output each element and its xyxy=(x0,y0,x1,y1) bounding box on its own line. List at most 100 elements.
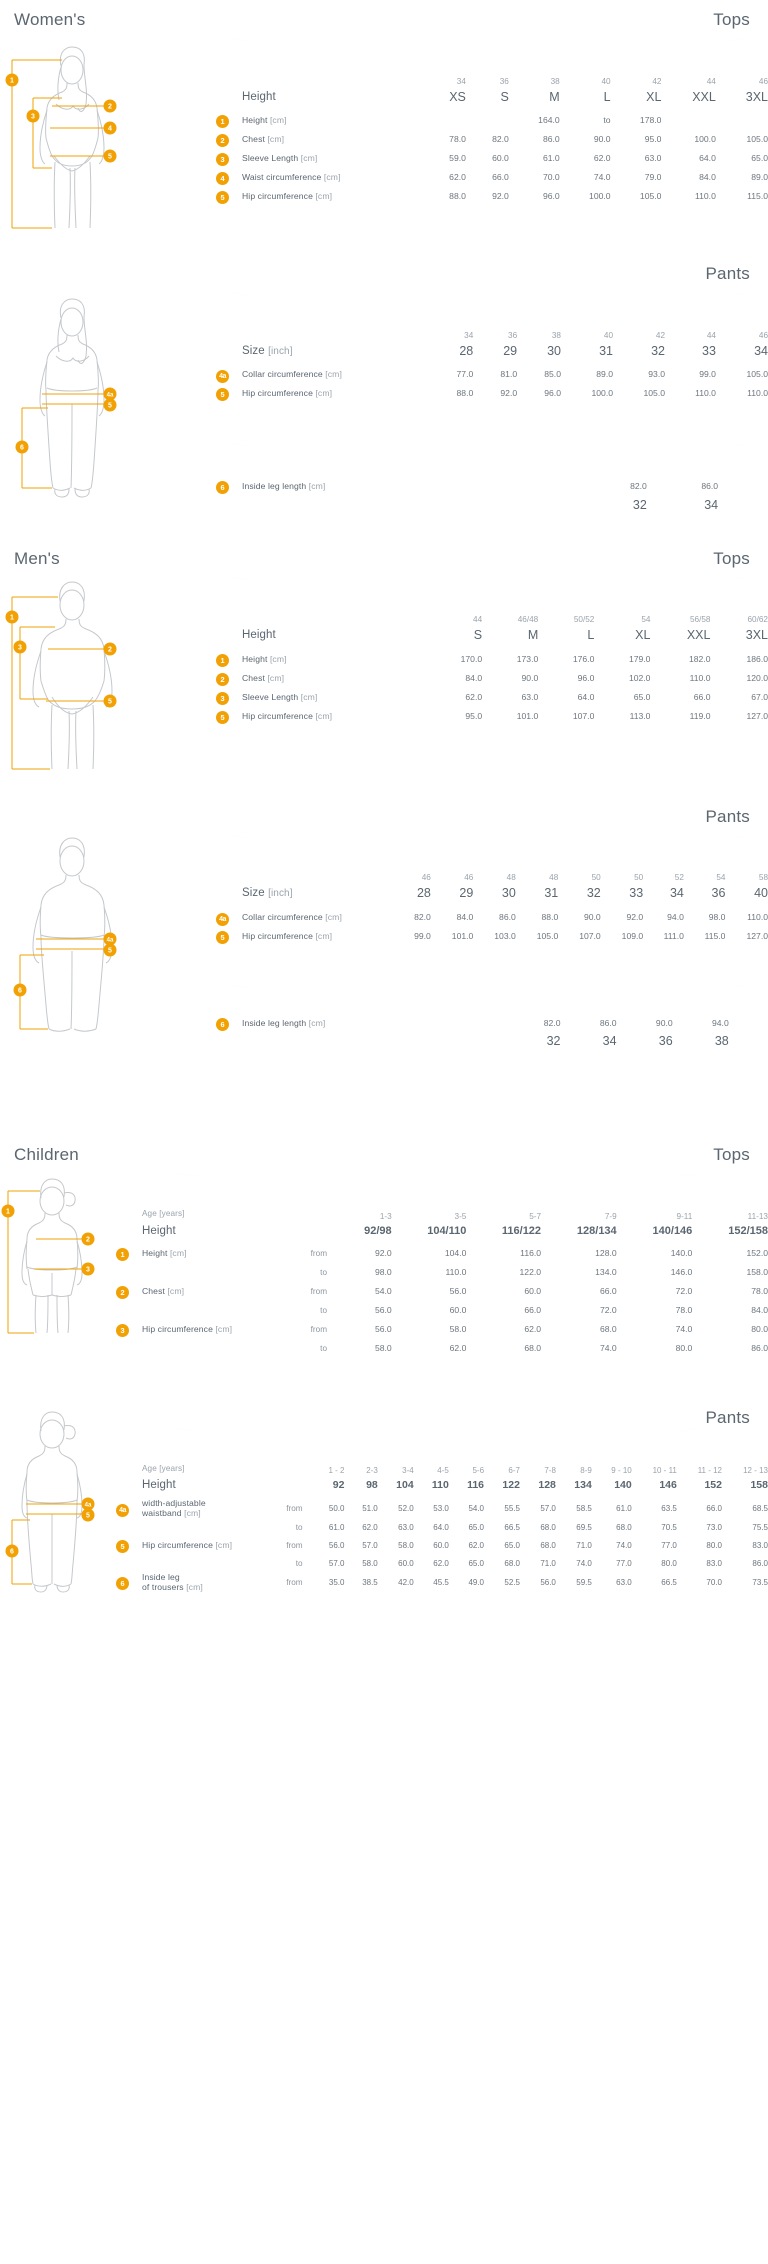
row-badge-cell: 1 xyxy=(210,649,242,668)
row-label-text-2: of trousers xyxy=(142,1582,187,1592)
svg-text:2: 2 xyxy=(108,104,112,111)
inside-leg-cm-0: 82.0 xyxy=(543,1017,561,1028)
measurement-badge-6: 6 xyxy=(216,481,229,494)
cell-to-r1-c9: 80.0 xyxy=(661,1558,677,1568)
data-row-to-0: to 61.0 62.0 63.0 64.0 65.0 66.5 68.0 69.5 68.0 70… xyxy=(110,1518,768,1536)
row-badge-cell xyxy=(210,869,242,885)
cell-to-r2-c3: 74.0 xyxy=(599,1343,617,1353)
cell-from-r2-c1: 38.5 xyxy=(362,1577,378,1587)
cell-r0-c2: 86.0 xyxy=(499,911,516,922)
figure-mens-pants: 4a 5 6 xyxy=(0,835,210,1035)
height-size-11: 158 xyxy=(750,1479,768,1491)
measurement-badge-5: 5 xyxy=(216,930,229,944)
height-size-5: 122 xyxy=(502,1479,520,1491)
block-children-pants: 4a 5 6 Pants Age [years] 1 - 2 2-3 3-4 4-5 5-… xyxy=(0,1408,768,1598)
row-label: Hip circumference [cm] xyxy=(142,1536,278,1554)
row-badge-cell: 5 xyxy=(110,1536,142,1554)
row-label-text: Height xyxy=(242,90,276,103)
measurement-badge-4a: 4a xyxy=(216,912,229,926)
cell-to-r0-c2: 63.0 xyxy=(398,1522,414,1532)
size-number-5: 44 xyxy=(706,76,716,86)
section-kind-children-tops: Tops xyxy=(713,1145,750,1164)
section-kind-womens-pants: Pants xyxy=(705,264,750,283)
size-number-5: 44 xyxy=(706,330,716,340)
svg-text:3: 3 xyxy=(31,114,35,121)
row-badge-cell: 2 xyxy=(210,668,242,687)
data-row-to-1: to 56.0 60.0 66.0 72.0 78.0 84.0 xyxy=(110,1301,768,1320)
size-label-row: Size [inch] 28 29 30 31 32 33 34 36 40 xyxy=(210,884,768,907)
row-label-text: Chest xyxy=(242,134,268,144)
data-row-to-1: to 57.0 58.0 60.0 62.0 65.0 68.0 71.0 74.0 77.0 80… xyxy=(110,1554,768,1572)
cell-from-r0-c3: 53.0 xyxy=(433,1503,449,1513)
data-row-2: 3 Sleeve Length [cm] 62.0 63.0 64.0 65.0 66.0 6… xyxy=(210,687,768,706)
age-9: 10 - 11 xyxy=(652,1466,677,1475)
row-label-unit: [cm] xyxy=(300,691,318,702)
cell-from-r1-c9: 77.0 xyxy=(661,1540,677,1550)
cell-to-r1-c2: 66.0 xyxy=(524,1305,542,1315)
age-5: 11-13 xyxy=(747,1211,768,1221)
cell-from-r2-c11: 73.5 xyxy=(752,1577,768,1587)
row-badge-cell: 2 xyxy=(110,1282,142,1301)
cell-r0-c2: 176.0 xyxy=(572,653,595,664)
cell-r2-c5: 64.0 xyxy=(699,153,716,163)
row-label-unit: [cm] xyxy=(308,1017,326,1028)
svg-text:1: 1 xyxy=(10,614,14,621)
row-badge-cell: 3 xyxy=(210,149,242,168)
from-label: from xyxy=(286,1540,303,1550)
age-3: 4-5 xyxy=(437,1466,449,1475)
age-6: 7-8 xyxy=(544,1466,556,1475)
cell-from-r2-c4: 49.0 xyxy=(468,1577,485,1587)
cell-r4-c6: 115.0 xyxy=(747,191,768,201)
row-label: Height [cm] xyxy=(242,649,426,668)
age-3: 7-9 xyxy=(604,1211,617,1221)
measurement-badge-1: 1 xyxy=(216,653,229,667)
size-label-1: 29 xyxy=(503,343,518,358)
section-header-children-pants: Pants xyxy=(110,1408,768,1428)
data-row-0: 1 Height [cm] 164.0 to 178.0 xyxy=(210,111,768,130)
height-size-8: 140 xyxy=(614,1479,632,1491)
row-label-unit: [cm] xyxy=(267,672,285,683)
cell-to-r1-c4: 78.0 xyxy=(675,1305,693,1315)
age-8: 9 - 10 xyxy=(611,1466,632,1475)
from-label: from xyxy=(286,1577,303,1587)
cell-from-r0-c11: 68.5 xyxy=(752,1503,768,1513)
size-number-2: 38 xyxy=(550,76,560,86)
data-row-1: 5 Hip circumference [cm] 88.0 92.0 96.0 100.0… xyxy=(210,384,768,403)
row-badge-cell xyxy=(210,496,242,519)
divider-children-tops xyxy=(110,1173,768,1187)
height-size-2: 104 xyxy=(396,1479,414,1491)
cell-to-r0-c1: 110.0 xyxy=(445,1267,467,1277)
table-mens-pants-inside-leg: 6 Inside leg length [cm] 82.0 86.0 90.0 94.0 3… xyxy=(210,1013,768,1055)
data-row-2: 3 Sleeve Length [cm] 59.0 60.0 61.0 62.0 63.0 6… xyxy=(210,149,768,168)
from-label: from xyxy=(310,1248,328,1258)
row-label: Height xyxy=(142,1477,278,1498)
row-label-unit: [cm] xyxy=(186,1582,203,1592)
size-label-6: 34 xyxy=(754,343,768,358)
cell-from-r1-c7: 71.0 xyxy=(576,1540,592,1550)
row-badge-cell xyxy=(110,1339,142,1358)
cell-r3-c3: 74.0 xyxy=(593,172,611,182)
row-label: Waist circumference [cm] xyxy=(242,168,423,187)
cell-r0-c0: 82.0 xyxy=(414,911,431,922)
cell-from-r2-c5: 52.5 xyxy=(504,1577,520,1587)
row-label-text: Height xyxy=(142,1224,176,1237)
womens-pants-figure-svg: 4a 5 6 xyxy=(15,298,117,498)
cell-from-r1-c10: 80.0 xyxy=(706,1540,722,1550)
size-number-6: 46 xyxy=(758,330,768,340)
cell-r4-c3: 100.0 xyxy=(589,191,611,201)
cell-from-r2-c2: 42.0 xyxy=(398,1577,414,1587)
row-badge-cell: 1 xyxy=(110,1244,142,1263)
row-label-unit: [cm] xyxy=(169,1248,187,1258)
height-size-3: 128/134 xyxy=(576,1224,617,1237)
inside-leg-cm-1: 86.0 xyxy=(599,1017,617,1028)
section-header-mens-pants: Pants xyxy=(0,807,768,827)
size-label-4: XXL xyxy=(686,628,711,642)
size-label-row: Size [inch] 28 29 30 31 32 33 34 xyxy=(210,342,768,365)
cell-from-r2-c2: 62.0 xyxy=(524,1324,542,1334)
children-pants-figure-svg: 4a 5 6 xyxy=(5,1410,95,1593)
cell-to-r1-c1: 58.0 xyxy=(362,1558,378,1568)
row-label-unit: [cm] xyxy=(267,134,285,144)
section-header-mens-tops: Men's Tops xyxy=(0,549,768,569)
size-label-2: 30 xyxy=(547,343,561,358)
cell-r1-c5: 109.0 xyxy=(621,930,644,941)
